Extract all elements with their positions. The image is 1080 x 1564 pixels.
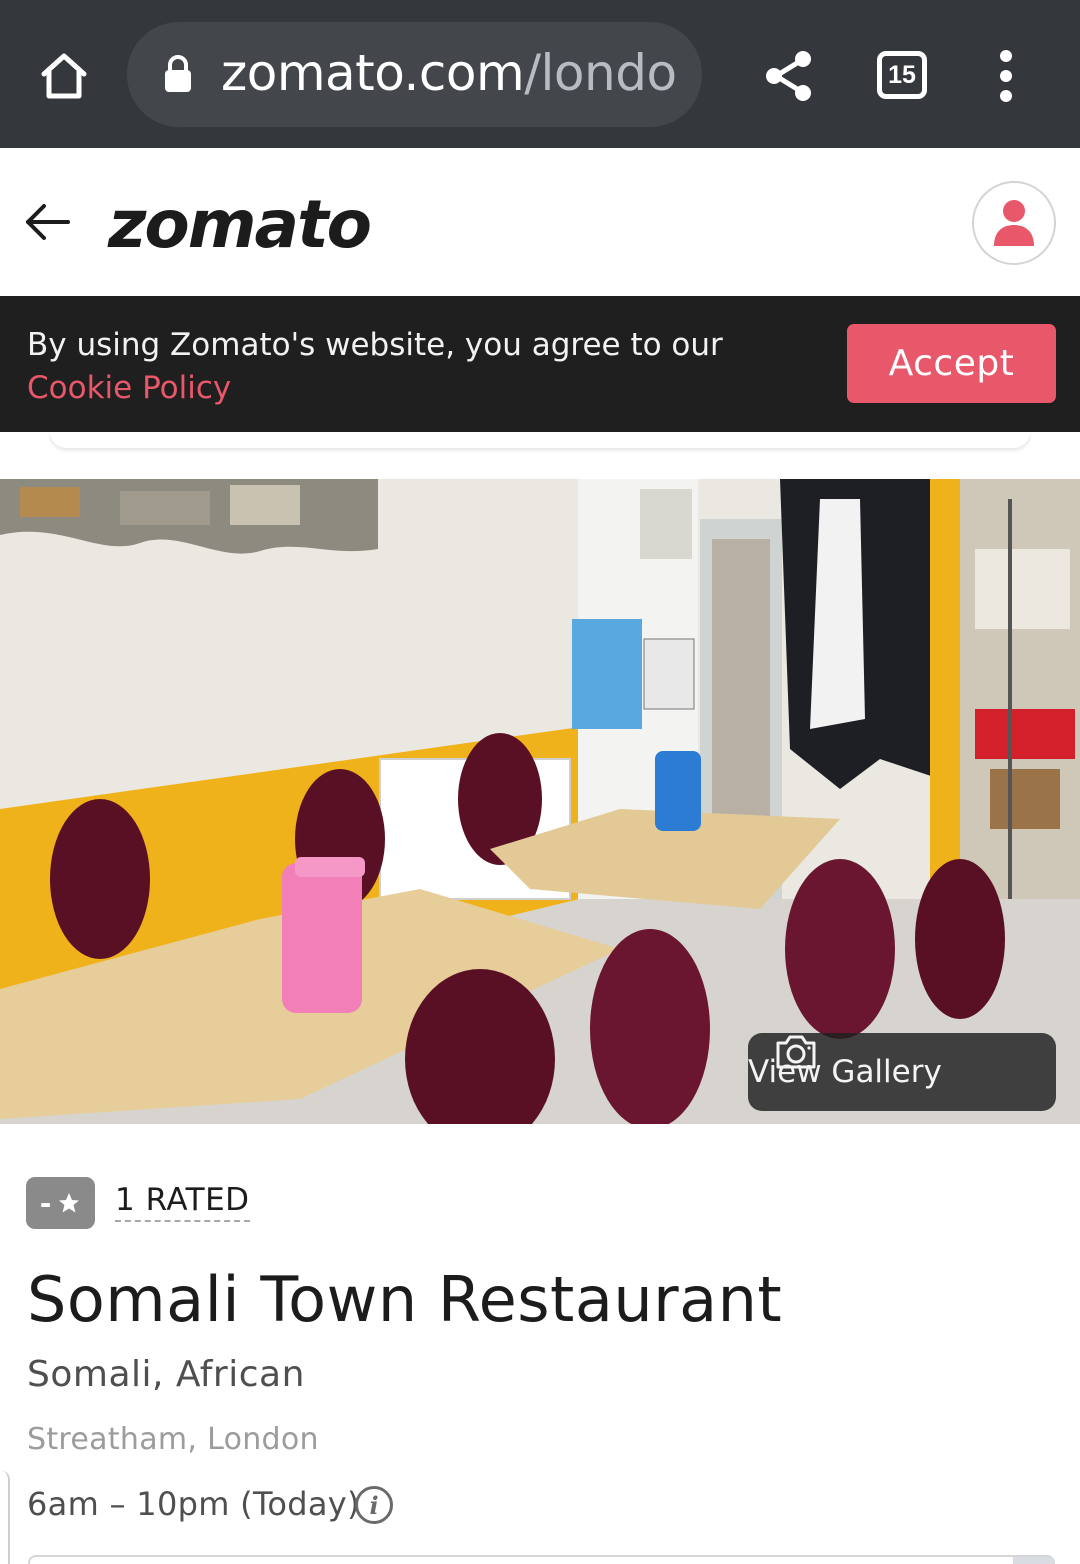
browser-toolbar: zomato.com/londo 15 <box>0 0 1080 148</box>
back-button[interactable] <box>22 200 72 244</box>
restaurant-photo[interactable]: View Gallery <box>0 479 1080 1124</box>
restaurant-name: Somali Town Restaurant <box>27 1263 783 1336</box>
rating-badge: - <box>26 1177 95 1229</box>
opening-hours: 6am – 10pm (Today) <box>27 1485 360 1523</box>
info-icon[interactable]: i <box>355 1486 393 1524</box>
camera-icon <box>776 1035 816 1069</box>
next-section-card <box>28 1555 1055 1564</box>
star-icon <box>59 1193 80 1213</box>
home-icon <box>41 53 87 99</box>
lock-icon <box>165 55 191 92</box>
more-vert-icon[interactable] <box>992 50 1020 102</box>
restaurant-interior-image <box>0 479 1080 1124</box>
url-path: /londo <box>524 44 677 102</box>
ratings-count-link[interactable]: 1 RATED <box>115 1182 250 1222</box>
rating-value: - <box>39 1186 52 1220</box>
tabs-button[interactable]: 15 <box>877 51 927 99</box>
cookie-policy-link[interactable]: Cookie Policy <box>27 367 723 410</box>
restaurant-locality: Streatham, London <box>27 1422 319 1457</box>
view-gallery-button[interactable]: View Gallery <box>748 1033 1056 1111</box>
side-panel-edge <box>0 1470 10 1564</box>
search-card-edge <box>50 432 1030 448</box>
tab-count: 15 <box>888 60 916 89</box>
home-button[interactable] <box>34 46 94 106</box>
zomato-logo[interactable]: zomato <box>108 186 372 263</box>
address-bar[interactable]: zomato.com/londo <box>127 22 702 127</box>
accept-cookies-button[interactable]: Accept <box>847 324 1056 403</box>
cookie-message: By using Zomato's website, you agree to … <box>27 324 723 410</box>
url-domain: zomato.com <box>221 44 525 102</box>
cookie-text: By using Zomato's website, you agree to … <box>27 327 723 363</box>
back-arrow-icon <box>26 204 70 240</box>
app-header: zomato <box>0 148 1080 296</box>
url-text: zomato.com/londo <box>221 44 681 102</box>
user-icon <box>994 200 1034 246</box>
cuisine-list: Somali, African <box>27 1354 305 1395</box>
share-button[interactable] <box>762 48 816 104</box>
share-icon <box>766 51 811 101</box>
cookie-banner: By using Zomato's website, you agree to … <box>0 296 1080 432</box>
user-profile-button[interactable] <box>972 181 1056 265</box>
